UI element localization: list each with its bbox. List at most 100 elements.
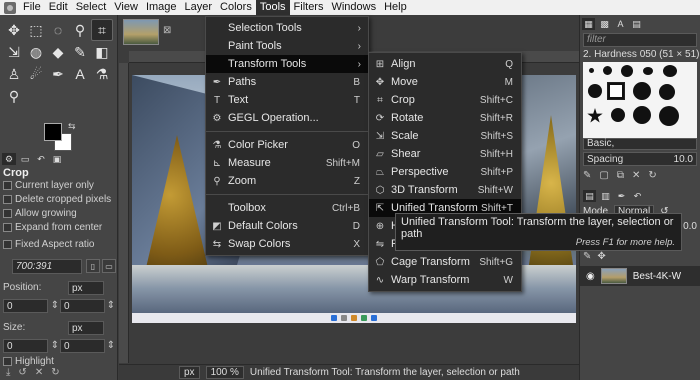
smudge-tool-icon[interactable]: ☄ xyxy=(25,63,47,85)
brush-filter-input[interactable]: filter xyxy=(583,33,697,47)
menu-help[interactable]: Help xyxy=(380,0,411,15)
menu-filters[interactable]: Filters xyxy=(290,0,328,15)
transform-menu-item-shear[interactable]: ▱ Shear Shift+H xyxy=(369,145,521,163)
unit-select[interactable]: px xyxy=(179,366,200,379)
position-y-field[interactable]: 0 xyxy=(60,299,105,313)
duplicate-brush-icon[interactable]: ⧉ xyxy=(617,170,624,181)
expand-from-center-option[interactable]: Expand from center xyxy=(3,222,102,233)
image-tab-thumbnail[interactable] xyxy=(123,19,159,45)
checkbox[interactable] xyxy=(3,181,12,190)
tools-menu-item-default-colors[interactable]: ◩ Default Colors D xyxy=(206,217,368,235)
fg-bg-colors[interactable]: ⇆ xyxy=(44,121,76,153)
landscape-icon[interactable]: ▭ xyxy=(102,259,116,273)
eraser-tool-icon[interactable]: ◧ xyxy=(91,41,113,63)
current-layer-only-option[interactable]: Current layer only xyxy=(3,180,94,191)
brush-item[interactable] xyxy=(589,68,594,73)
menu-layer[interactable]: Layer xyxy=(181,0,217,15)
brush-item[interactable] xyxy=(603,66,612,75)
zoom-tool-icon[interactable]: ⚲ xyxy=(3,85,25,107)
transform-tool-icon[interactable]: ⇲ xyxy=(3,41,25,63)
clone-tool-icon[interactable]: ♙ xyxy=(3,63,25,85)
transform-menu-item-scale[interactable]: ⇲ Scale Shift+S xyxy=(369,127,521,145)
brushes-tab-icon[interactable]: ▦ xyxy=(582,18,595,30)
refresh-brushes-icon[interactable]: ↻ xyxy=(648,170,656,181)
layers-tab-icon[interactable]: ▤ xyxy=(583,190,596,202)
lock-pixels-icon[interactable]: ✎ xyxy=(583,251,591,262)
patterns-tab-icon[interactable]: ▩ xyxy=(598,18,611,30)
device-status-tab-icon[interactable]: ▭ xyxy=(18,153,32,165)
spacing-slider[interactable]: Spacing 10.0 xyxy=(583,152,697,166)
checkbox[interactable] xyxy=(3,209,12,218)
tools-menu-item-paths[interactable]: ✒ Paths B xyxy=(206,73,368,91)
brush-item[interactable] xyxy=(588,84,602,98)
visibility-eye-icon[interactable]: ◉ xyxy=(586,271,595,282)
allow-growing-option[interactable]: Allow growing xyxy=(3,208,77,219)
tools-menu-item-swap-colors[interactable]: ⇆ Swap Colors X xyxy=(206,235,368,253)
position-x-field[interactable]: 0 xyxy=(3,299,48,313)
selected-brush-item[interactable] xyxy=(607,82,625,100)
images-tab-icon[interactable]: ▣ xyxy=(50,153,64,165)
brush-item[interactable] xyxy=(643,67,653,75)
menu-view[interactable]: View xyxy=(110,0,142,15)
checkbox[interactable] xyxy=(3,240,12,249)
transform-menu-item-cage-transform[interactable]: ⬠ Cage Transform Shift+G xyxy=(369,253,521,271)
brush-item[interactable] xyxy=(659,106,679,126)
menu-windows[interactable]: Windows xyxy=(327,0,380,15)
foreground-color-swatch[interactable] xyxy=(44,123,62,141)
spinner-icon[interactable]: ⇕ xyxy=(50,340,60,351)
paths-tab-icon[interactable]: ✒ xyxy=(615,190,628,202)
tools-menu-item-gegl-operation[interactable]: ⚙ GEGL Operation... xyxy=(206,109,368,127)
tools-menu-item-zoom[interactable]: ⚲ Zoom Z xyxy=(206,172,368,190)
brush-item[interactable] xyxy=(633,106,651,124)
menu-colors[interactable]: Colors xyxy=(216,0,256,15)
move-tool-icon[interactable]: ✥ xyxy=(3,19,25,41)
size-x-field[interactable]: 0 xyxy=(3,339,48,353)
channels-tab-icon[interactable]: ▥ xyxy=(599,190,612,202)
brush-set-select[interactable]: Basic, xyxy=(583,138,697,150)
lasso-tool-icon[interactable]: ◌ xyxy=(47,19,69,41)
spinner-icon[interactable]: ⇕ xyxy=(50,300,60,311)
brush-grid[interactable] xyxy=(583,62,697,144)
transform-menu-item-3d-transform[interactable]: ⬡ 3D Transform Shift+W xyxy=(369,181,521,199)
document-history-tab-icon[interactable]: ▤ xyxy=(630,18,643,30)
crop-tool-icon[interactable]: ⌗ xyxy=(91,19,113,41)
tools-menu-item-measure[interactable]: ⊾ Measure Shift+M xyxy=(206,154,368,172)
checkbox[interactable] xyxy=(3,195,12,204)
size-unit-select[interactable]: px xyxy=(68,321,104,335)
brush-item[interactable] xyxy=(663,65,677,77)
lock-position-icon[interactable]: ✥ xyxy=(597,251,605,262)
tools-menu-item-toolbox[interactable]: Toolbox Ctrl+B xyxy=(206,199,368,217)
layer-item[interactable]: ◉ Best-4K-W xyxy=(580,266,700,286)
menu-file[interactable]: File xyxy=(19,0,45,15)
brush-item[interactable] xyxy=(659,84,675,100)
brush-item[interactable] xyxy=(621,65,633,77)
tools-menu-item-color-picker[interactable]: ⚗ Color Picker O xyxy=(206,136,368,154)
star-brush-icon[interactable] xyxy=(587,108,603,123)
zoom-select[interactable]: 100 % xyxy=(205,366,244,379)
menu-image[interactable]: Image xyxy=(142,0,181,15)
tools-menu-item-transform-tools[interactable]: Transform Tools › xyxy=(206,55,368,73)
save-options-icon[interactable]: ⤓ xyxy=(6,367,10,378)
paths-tool-icon[interactable]: ✒ xyxy=(47,63,69,85)
portrait-icon[interactable]: ▯ xyxy=(86,259,100,273)
warp-tool-icon[interactable]: ◍ xyxy=(25,41,47,63)
spinner-icon[interactable]: ⇕ xyxy=(106,300,116,311)
tools-menu-item-selection-tools[interactable]: Selection Tools › xyxy=(206,19,368,37)
foreground-select-tool-icon[interactable]: ⚲ xyxy=(69,19,91,41)
menu-edit[interactable]: Edit xyxy=(45,0,72,15)
delete-brush-icon[interactable]: ✕ xyxy=(632,170,640,181)
edit-brush-icon[interactable]: ✎ xyxy=(583,170,591,181)
brush-item[interactable] xyxy=(611,108,625,122)
delete-options-icon[interactable]: ✕ xyxy=(35,367,43,378)
transform-menu-item-crop[interactable]: ⌗ Crop Shift+C xyxy=(369,91,521,109)
undo-tab-icon[interactable]: ↶ xyxy=(631,190,644,202)
aspect-ratio-field[interactable]: 700:391 xyxy=(12,259,82,274)
transform-menu-item-rotate[interactable]: ⟳ Rotate Shift+R xyxy=(369,109,521,127)
text-tool-icon[interactable]: A xyxy=(69,63,91,85)
transform-menu-item-align[interactable]: ⊞ Align Q xyxy=(369,55,521,73)
fonts-tab-icon[interactable]: A xyxy=(614,18,627,30)
checkbox[interactable] xyxy=(3,223,12,232)
color-picker-tool-icon[interactable]: ⚗ xyxy=(91,63,113,85)
spinner-icon[interactable]: ⇕ xyxy=(106,340,116,351)
tools-menu-item-text[interactable]: T Text T xyxy=(206,91,368,109)
